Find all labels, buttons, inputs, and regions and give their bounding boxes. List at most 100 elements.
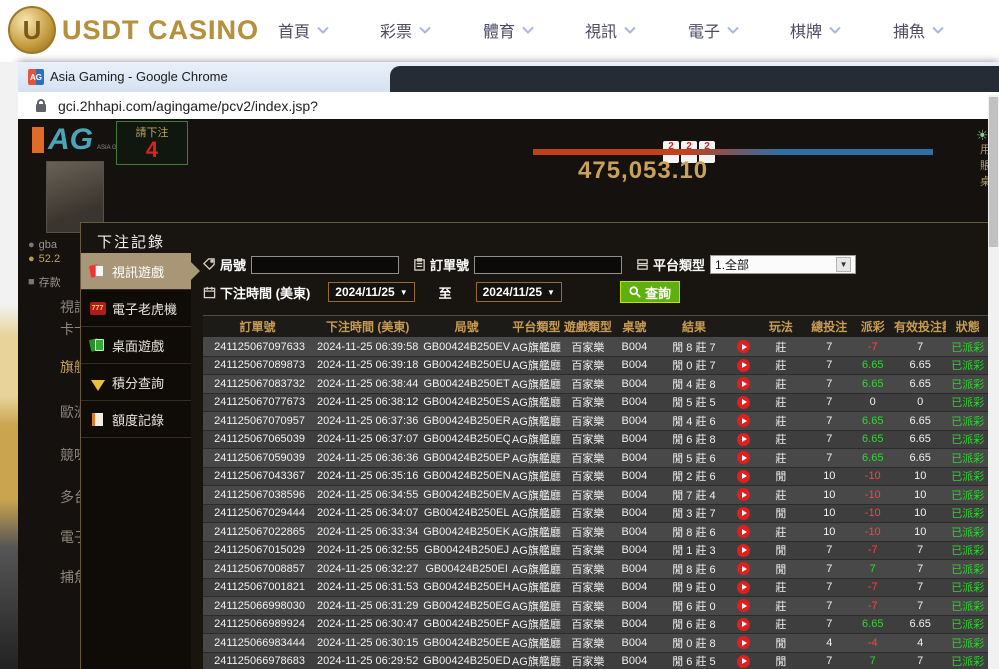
sidebar-item-3[interactable]: 桌面遊戲 [81, 327, 191, 364]
cell-bet: 7 [807, 356, 851, 375]
cell-replay [732, 560, 754, 579]
site-logo[interactable]: U USDT CASINO [8, 6, 259, 54]
cell-valid: 10 [894, 486, 947, 505]
nav-item-7[interactable]: 捕魚 [893, 18, 944, 42]
nav-item-2[interactable]: 彩票 [380, 18, 431, 42]
nav-item-5[interactable]: 電子 [688, 18, 739, 42]
cell-status: 已派彩 [946, 486, 989, 505]
cell-payout: -4 [852, 634, 894, 653]
cell-payout: 6.65 [852, 615, 894, 634]
cell-result: 閒 0 莊 7 [656, 356, 733, 375]
cell-status: 已派彩 [946, 652, 989, 669]
cell-time: 2024-11-25 06:37:07 [312, 430, 423, 449]
nav-item-6[interactable]: 棋牌 [790, 18, 841, 42]
nav-item-1[interactable]: 首頁 [278, 18, 329, 42]
replay-video-icon[interactable] [737, 359, 750, 372]
browser-urlbar[interactable]: gci.2hhapi.com/agingame/pcv2/index.jsp? [18, 92, 999, 119]
replay-video-icon[interactable] [737, 525, 750, 538]
replay-video-icon[interactable] [737, 433, 750, 446]
replay-video-icon[interactable] [737, 655, 750, 668]
cell-valid: 7 [894, 560, 947, 579]
replay-video-icon[interactable] [737, 544, 750, 557]
bet-time-label: 下注時間 (美東) [203, 283, 310, 302]
order-no-input[interactable] [474, 256, 622, 274]
replay-video-icon[interactable] [737, 414, 750, 427]
chevron-down-icon [932, 26, 944, 34]
round-no-input[interactable] [251, 256, 399, 274]
cell-table_no: B004 [613, 356, 655, 375]
vertical-scrollbar[interactable] [988, 95, 999, 669]
sidebar-item-1[interactable]: 視訊遊戲 [81, 253, 191, 290]
replay-video-icon[interactable] [737, 377, 750, 390]
cell-replay [732, 449, 754, 468]
sidebar-item-5[interactable]: 額度記錄 [81, 401, 191, 438]
chevron-down-icon [522, 26, 534, 34]
cell-replay [732, 412, 754, 431]
deposit-row[interactable]: ■ 存款 [28, 274, 61, 290]
cell-time: 2024-11-25 06:32:55 [312, 541, 423, 560]
replay-video-icon[interactable] [737, 451, 750, 464]
lock-icon [36, 99, 46, 112]
date-to-select[interactable]: 2024/11/25▼ [476, 282, 562, 302]
replay-video-icon[interactable] [737, 562, 750, 575]
replay-video-icon[interactable] [737, 470, 750, 483]
cell-order: 241125067008857 [203, 560, 312, 579]
column-header: 平台類型 [510, 316, 563, 338]
cell-valid: 7 [894, 597, 947, 616]
browser-window: AG Asia Gaming - Google Chrome gci.2hhap… [18, 62, 999, 669]
replay-video-icon[interactable] [737, 599, 750, 612]
replay-video-icon[interactable] [737, 581, 750, 594]
cell-table_no: B004 [613, 634, 655, 653]
cell-round: GB00424B250EQ [423, 430, 510, 449]
bet-meter-bar [533, 149, 933, 155]
browser-titlebar[interactable]: AG Asia Gaming - Google Chrome [18, 62, 999, 92]
cell-play: 莊 [755, 615, 808, 634]
table-row: 2411250670385962024-11-25 06:34:55GB0042… [203, 486, 989, 505]
column-header [732, 316, 754, 338]
table-row: 2411250669899242024-11-25 06:30:47GB0042… [203, 615, 989, 634]
replay-video-icon[interactable] [737, 507, 750, 520]
replay-video-icon[interactable] [737, 618, 750, 631]
nav-item-3[interactable]: 體育 [483, 18, 534, 42]
cell-payout: -10 [852, 523, 894, 542]
table-row: 2411250670433672024-11-25 06:35:16GB0042… [203, 467, 989, 486]
cell-result: 閒 9 莊 0 [656, 578, 733, 597]
column-header: 結果 [656, 316, 733, 338]
sidebar-item-label: 額度記錄 [112, 410, 164, 429]
cell-valid: 7 [894, 652, 947, 669]
cell-table_no: B004 [613, 541, 655, 560]
replay-video-icon[interactable] [737, 396, 750, 409]
cell-payout: 7 [852, 560, 894, 579]
cell-order: 241125067097633 [203, 338, 312, 357]
table-row: 2411250670776732024-11-25 06:38:12GB0042… [203, 393, 989, 412]
cell-result: 閒 7 莊 4 [656, 486, 733, 505]
cell-table_no: B004 [613, 523, 655, 542]
cell-status: 已派彩 [946, 467, 989, 486]
cell-result: 閒 6 莊 8 [656, 430, 733, 449]
replay-video-icon[interactable] [737, 488, 750, 501]
replay-video-icon[interactable] [737, 340, 750, 353]
points-query-icon [89, 375, 106, 390]
cell-result: 閒 8 莊 6 [656, 523, 733, 542]
replay-video-icon[interactable] [737, 636, 750, 649]
cell-table_no: B004 [613, 652, 655, 669]
table-header-row: 訂單號下注時間 (美東)局號平台類型遊戲類型桌號結果玩法總投注派彩有效投注額狀態 [203, 316, 989, 338]
cell-game: 百家樂 [563, 578, 614, 597]
date-from-select[interactable]: 2024/11/25▼ [328, 282, 414, 302]
order-no-label: 訂單號 [413, 255, 469, 274]
platform-type-select[interactable]: 1.全部 ▼ [710, 255, 856, 274]
cell-replay [732, 504, 754, 523]
sidebar-item-2[interactable]: 777電子老虎機 [81, 290, 191, 327]
nav-item-4[interactable]: 視訊 [585, 18, 636, 42]
cell-platform: AG旗艦廳 [510, 597, 563, 616]
cell-bet: 4 [807, 634, 851, 653]
bet-countdown-box: 請下注 4 [116, 121, 188, 165]
cell-platform: AG旗艦廳 [510, 375, 563, 394]
search-button[interactable]: 查詢 [620, 281, 680, 303]
cell-payout: 6.65 [852, 449, 894, 468]
scrollbar-thumb[interactable] [989, 97, 998, 247]
cell-platform: AG旗艦廳 [510, 523, 563, 542]
cell-order: 241125067001821 [203, 578, 312, 597]
sidebar-item-4[interactable]: 積分查詢 [81, 364, 191, 401]
cell-round: GB00424B250EL [423, 504, 510, 523]
